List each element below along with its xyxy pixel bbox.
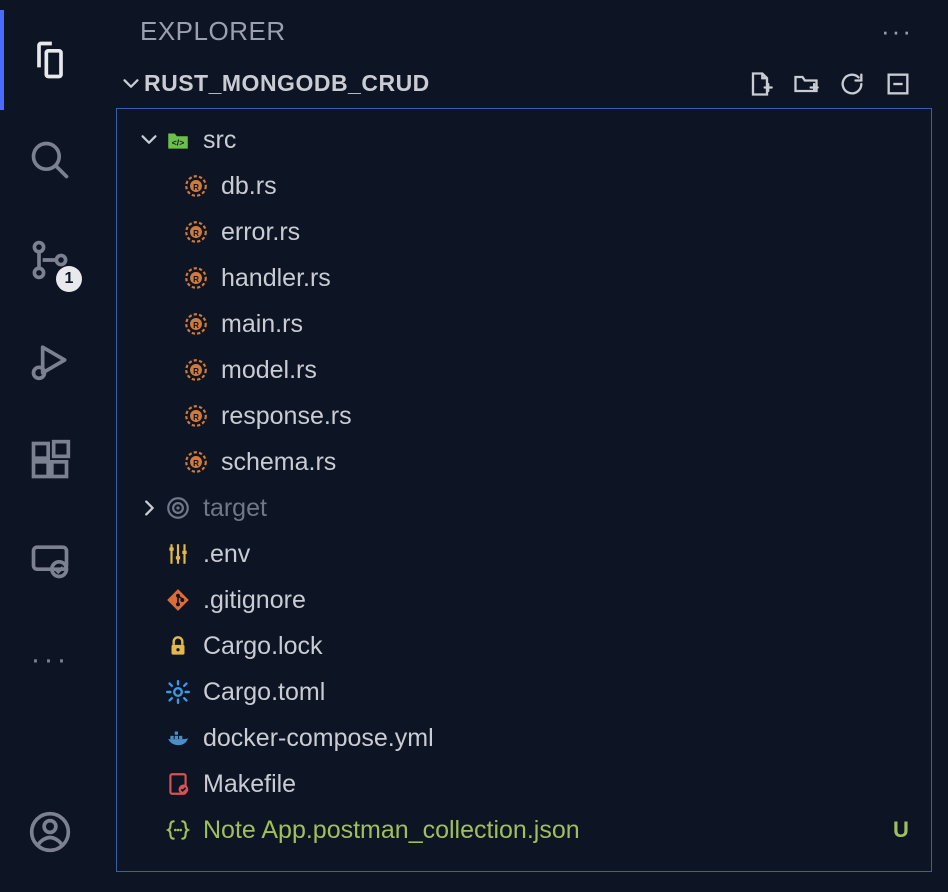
account-icon [28,810,72,854]
folder-label: src [203,126,913,155]
rust-file-icon [181,403,211,429]
activity-remote[interactable] [0,510,100,610]
docker-file-icon [163,725,193,751]
activity-accounts[interactable] [0,782,100,882]
collapse-all-icon [884,70,912,98]
file-label: Cargo.lock [203,632,913,661]
file-label: .gitignore [203,586,913,615]
file-error-rs[interactable]: error.rs [117,209,931,255]
file-tree: src db.rs error.rs handler.rs main.rs mo… [116,108,932,872]
file-label: Cargo.toml [203,678,913,707]
debug-icon [28,338,72,382]
file-label: main.rs [221,310,913,339]
panel-more-button[interactable]: ··· [876,11,918,52]
file-env[interactable]: .env [117,531,931,577]
activity-bar: 1 ··· [0,0,100,892]
file-label: Makefile [203,770,913,799]
activity-source-control[interactable]: 1 [0,210,100,310]
new-folder-button[interactable] [792,70,820,98]
chevron-down-icon [118,73,144,95]
rust-file-icon [181,311,211,337]
file-label: Note App.postman_collection.json [203,816,889,845]
folder-src[interactable]: src [117,117,931,163]
search-icon [28,138,72,182]
remote-icon [28,538,72,582]
activity-more[interactable]: ··· [0,610,100,710]
file-response-rs[interactable]: response.rs [117,393,931,439]
json-file-icon [163,817,193,843]
file-gitignore[interactable]: .gitignore [117,577,931,623]
file-label: response.rs [221,402,913,431]
file-postman-collection[interactable]: Note App.postman_collection.json U [117,807,931,853]
activity-explorer[interactable] [0,10,100,110]
explorer-sidebar: EXPLORER ··· RUST_MONGODB_CRUD src db.rs [100,0,948,892]
activity-run-debug[interactable] [0,310,100,410]
new-file-icon [746,70,774,98]
refresh-button[interactable] [838,70,866,98]
file-handler-rs[interactable]: handler.rs [117,255,931,301]
file-cargo-toml[interactable]: Cargo.toml [117,669,931,715]
chevron-down-icon [135,129,163,151]
file-label: docker-compose.yml [203,724,913,753]
file-docker-compose[interactable]: docker-compose.yml [117,715,931,761]
makefile-icon [163,771,193,797]
lock-file-icon [163,633,193,659]
file-db-rs[interactable]: db.rs [117,163,931,209]
file-model-rs[interactable]: model.rs [117,347,931,393]
scm-badge: 1 [56,266,82,292]
chevron-right-icon [135,497,163,519]
new-folder-icon [792,70,820,98]
folder-src-icon [163,127,193,153]
folder-target[interactable]: target [117,485,931,531]
collapse-all-button[interactable] [884,70,912,98]
env-file-icon [163,541,193,567]
rust-file-icon [181,449,211,475]
file-label: .env [203,540,913,569]
section-header[interactable]: RUST_MONGODB_CRUD [100,64,948,104]
folder-label: target [203,494,913,523]
activity-extensions[interactable] [0,410,100,510]
activity-search[interactable] [0,110,100,210]
panel-title-row: EXPLORER ··· [100,0,948,64]
ellipsis-icon: ··· [31,643,70,677]
file-makefile[interactable]: Makefile [117,761,931,807]
refresh-icon [838,70,866,98]
target-folder-icon [163,495,193,521]
rust-file-icon [181,173,211,199]
file-label: schema.rs [221,448,913,477]
files-icon [28,38,72,82]
file-label: handler.rs [221,264,913,293]
git-file-icon [163,587,193,613]
extensions-icon [28,438,72,482]
file-cargo-lock[interactable]: Cargo.lock [117,623,931,669]
rust-file-icon [181,265,211,291]
toml-file-icon [163,679,193,705]
git-status-untracked: U [889,817,913,843]
file-label: model.rs [221,356,913,385]
rust-file-icon [181,357,211,383]
file-label: error.rs [221,218,913,247]
rust-file-icon [181,219,211,245]
file-main-rs[interactable]: main.rs [117,301,931,347]
section-name: RUST_MONGODB_CRUD [144,70,430,97]
new-file-button[interactable] [746,70,774,98]
panel-title: EXPLORER [140,16,286,47]
file-schema-rs[interactable]: schema.rs [117,439,931,485]
file-label: db.rs [221,172,913,201]
